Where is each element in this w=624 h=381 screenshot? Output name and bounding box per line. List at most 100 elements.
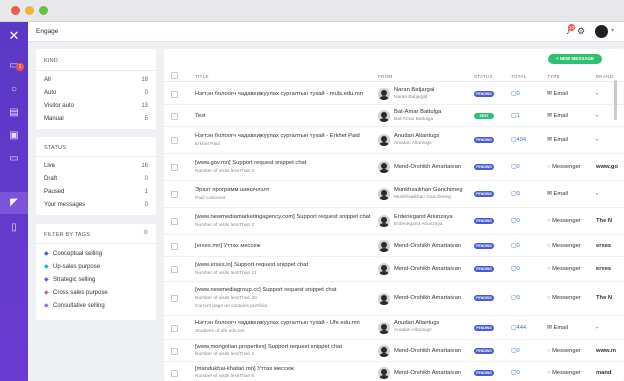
clipboard-icon[interactable]: ▯ — [8, 222, 20, 234]
tag-label: Cross sales purpose — [53, 290, 108, 296]
kind-item-all[interactable]: All 18 — [44, 75, 148, 87]
row-checkbox[interactable] — [171, 137, 178, 144]
kind-item-auto[interactable]: Auto 0 — [44, 88, 148, 100]
row-checkbox[interactable] — [171, 295, 178, 302]
user-avatar[interactable] — [595, 25, 608, 38]
col-type[interactable]: TYPE — [547, 74, 560, 79]
row-total: ▢0 — [511, 266, 520, 272]
col-from[interactable]: FROM — [378, 74, 392, 79]
tags-heading: FILTER BY TAGS — [44, 232, 91, 238]
row-title[interactable]: [www.erxes.io] Support request snippet c… — [195, 262, 308, 268]
col-title[interactable]: TITLE — [195, 74, 209, 79]
status-badge: PENDING — [474, 218, 494, 224]
row-title[interactable]: Нэгтэн болоогч чадавхижуулах сургалтын т… — [195, 133, 360, 139]
status-item-paused[interactable]: Paused 1 — [44, 187, 148, 199]
table-row[interactable]: Test Bat-Amar Battulga Bat-Amar Battulga… — [164, 105, 624, 127]
tag-icon: ◆ — [44, 303, 49, 309]
row-checkbox[interactable] — [171, 266, 178, 273]
row-checkbox[interactable] — [171, 218, 178, 225]
close-window-button[interactable] — [11, 6, 20, 15]
kind-count: 0 — [144, 90, 148, 96]
row-from-sub: Munkhsaikhan Ganchimeg — [394, 195, 451, 200]
row-checkbox[interactable] — [171, 370, 178, 377]
row-title[interactable]: [www.mongolian.properties] Support reque… — [195, 344, 342, 350]
row-title[interactable]: Эрхэт программ шинэчлэлт — [195, 187, 269, 193]
filter-icon[interactable]: ⚙ — [143, 230, 149, 236]
minimize-window-button[interactable] — [25, 6, 34, 15]
row-title[interactable]: [www.gov.mn] Support request snippet cha… — [195, 160, 306, 166]
avatar — [378, 293, 390, 305]
monitor-icon[interactable]: ▭ — [8, 153, 20, 165]
maximize-window-button[interactable] — [39, 6, 48, 15]
status-label: Paused — [44, 189, 65, 195]
table-scrollbar[interactable] — [614, 80, 617, 120]
megaphone-icon[interactable]: ◤ — [8, 197, 20, 209]
row-title[interactable]: [www.newmediagroup.cc] Support request s… — [195, 287, 336, 293]
row-title[interactable]: [mandukhai-khatan.mn] Уттах мессеж — [195, 366, 294, 372]
messenger-icon: ◌ — [547, 266, 551, 272]
new-message-button[interactable]: + NEW MESSAGE — [548, 54, 602, 64]
row-checkbox[interactable] — [171, 325, 178, 332]
table-row[interactable]: [www.gov.mn] Support request snippet cha… — [164, 154, 624, 181]
row-total-value: 0 — [516, 295, 520, 301]
row-checkbox[interactable] — [171, 191, 178, 198]
row-checkbox[interactable] — [171, 243, 178, 250]
chevron-down-icon[interactable]: ▾ — [611, 28, 617, 34]
logo-x-icon[interactable]: ✕ — [8, 29, 20, 42]
kind-label: All — [44, 77, 51, 83]
row-total-value: 0 — [516, 191, 520, 197]
row-title[interactable]: Нэгтэн болоогч чадавхижуулах сургалтын т… — [195, 320, 360, 326]
kind-item-visitor-auto[interactable]: Visitor auto 13 — [44, 101, 148, 113]
table-row[interactable]: Нэгтэн болоогч чадавхижуулах сургалтын т… — [164, 316, 624, 340]
row-title[interactable]: [www.newmediamarketingagency.com] Suppor… — [195, 214, 371, 220]
kind-label: Manual — [44, 116, 64, 122]
messenger-icon: ◌ — [547, 370, 551, 376]
row-total: ▢444 — [511, 325, 527, 331]
row-type: ✉ Email — [547, 191, 568, 197]
briefcase-icon[interactable]: ▣ — [8, 130, 20, 142]
table-row[interactable]: [www.mongolian.properties] Support reque… — [164, 340, 624, 362]
col-total[interactable]: TOTAL — [511, 74, 527, 79]
table-row[interactable]: [www.newmediagroup.cc] Support request s… — [164, 282, 624, 316]
title-bar — [0, 0, 624, 22]
gear-icon[interactable]: ⚙ — [576, 26, 586, 37]
table-row[interactable]: [www.erxes.io] Support request snippet c… — [164, 257, 624, 282]
refresh-icon[interactable]: ○ — [8, 84, 20, 96]
table-row[interactable]: [mandukhai-khatan.mn] Уттах мессеж Numbe… — [164, 362, 624, 381]
row-total: ▢1 — [511, 113, 520, 119]
row-brand: - — [596, 113, 598, 119]
col-brand[interactable]: BRAND — [596, 74, 613, 79]
table-row[interactable]: [erxes.mn] Уттах мессеж Mend-Orshikh Ama… — [164, 235, 624, 257]
status-item-draft[interactable]: Draft 0 — [44, 174, 148, 186]
select-all-checkbox[interactable] — [171, 72, 178, 79]
table-row[interactable]: [www.newmediamarketingagency.com] Suppor… — [164, 208, 624, 235]
row-brand: - — [596, 91, 598, 97]
table-row[interactable]: Нэгтэн болоогч чадавхижуулах сургалтын т… — [164, 83, 624, 105]
kind-item-manual[interactable]: Manual 5 — [44, 114, 148, 126]
table-row[interactable]: Нэгтэн болоогч чадавхижуулах сургалтын т… — [164, 127, 624, 154]
col-status[interactable]: STATUS — [474, 74, 493, 79]
row-type: ◌ Messenger — [547, 218, 581, 224]
row-title[interactable]: Test — [195, 113, 206, 119]
row-from: Erdenegarid Ariunzaya — [394, 214, 453, 220]
row-title[interactable]: Нэгтэн болоогч чадавхижуулах сургалтын т… — [195, 91, 363, 97]
row-subtitle: Paid customer — [195, 196, 226, 201]
table-row[interactable]: Эрхэт программ шинэчлэлт Paid customer M… — [164, 181, 624, 208]
row-total: ▢0 — [511, 243, 520, 249]
row-checkbox[interactable] — [171, 113, 178, 120]
row-title[interactable]: [erxes.mn] Уттах мессеж — [195, 243, 260, 249]
row-from-sub: Erdenegarid Ariunzaya — [394, 222, 443, 227]
kind-label: Auto — [44, 90, 57, 96]
status-item-your-messages[interactable]: Your messages 0 — [44, 200, 148, 212]
row-type-label: Messenger — [552, 164, 581, 170]
row-checkbox[interactable] — [171, 91, 178, 98]
row-total-value: 0 — [516, 243, 520, 249]
row-checkbox[interactable] — [171, 164, 178, 171]
row-type-label: Messenger — [552, 266, 581, 272]
row-total-value: 494 — [516, 137, 527, 143]
row-subtitle: Number of visits lessThan 11 — [195, 271, 257, 276]
dashboard-icon[interactable]: ▤ — [8, 107, 20, 119]
status-badge: PENDING — [474, 191, 494, 197]
row-checkbox[interactable] — [171, 348, 178, 355]
status-item-live[interactable]: Live 16 — [44, 161, 148, 173]
